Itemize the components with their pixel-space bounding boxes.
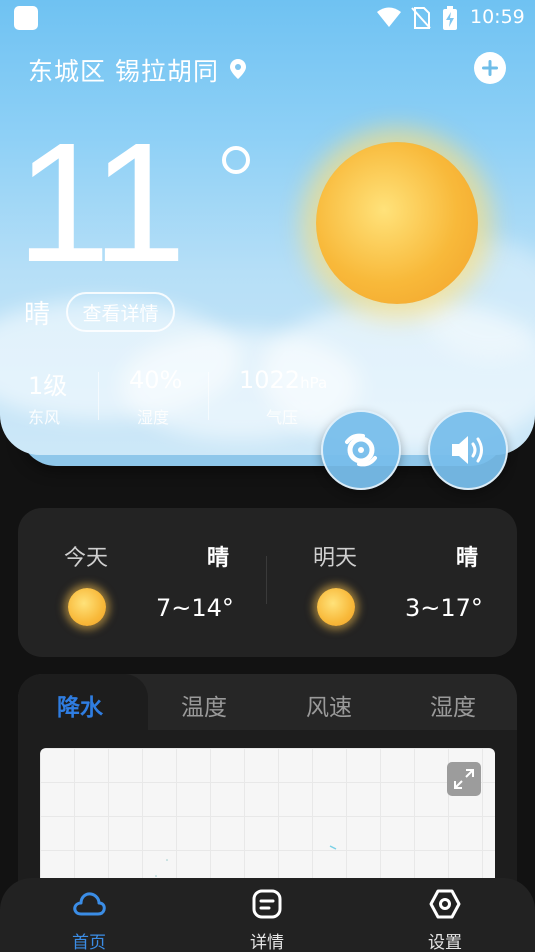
tomorrow-label: 明天 bbox=[313, 546, 358, 571]
location-label[interactable]: 东城区 锡拉胡同 bbox=[28, 52, 219, 88]
battery-charging-icon bbox=[443, 6, 457, 30]
tab-precipitation[interactable]: 降水 bbox=[57, 688, 103, 722]
forecast-divider bbox=[266, 556, 267, 604]
wind-level: 1级 bbox=[28, 372, 68, 400]
pressure-label: 气压 bbox=[266, 408, 299, 427]
today-label: 今天 bbox=[64, 546, 109, 571]
current-temperature: 11 bbox=[16, 108, 187, 298]
tab-temperature[interactable]: 温度 bbox=[181, 688, 227, 722]
typhoon-button[interactable] bbox=[321, 410, 401, 490]
voice-broadcast-button[interactable] bbox=[428, 410, 508, 490]
nav-home-label: 首页 bbox=[72, 933, 106, 952]
nav-details[interactable]: 详情 bbox=[227, 886, 307, 952]
nav-settings-label: 设置 bbox=[428, 933, 462, 952]
today-sun-icon bbox=[68, 588, 106, 626]
details-icon bbox=[252, 889, 282, 919]
wifi-icon bbox=[377, 7, 401, 27]
wind-metric: 1级 东风 bbox=[28, 366, 67, 428]
pressure-value: 1022 bbox=[239, 366, 301, 394]
tomorrow-temp-range: 3~17° bbox=[405, 594, 483, 622]
tab-wind-speed[interactable]: 风速 bbox=[306, 688, 352, 722]
wind-direction: 东风 bbox=[28, 408, 61, 427]
location-pin-icon[interactable] bbox=[229, 58, 247, 80]
plus-icon bbox=[482, 60, 498, 76]
degree-symbol bbox=[222, 146, 250, 174]
tomorrow-sun-icon bbox=[317, 588, 355, 626]
view-details-button[interactable]: 查看详情 bbox=[66, 292, 175, 332]
cloud-icon bbox=[73, 892, 106, 916]
humidity-metric: 40% 湿度 bbox=[129, 366, 182, 428]
nav-settings[interactable]: 设置 bbox=[405, 886, 485, 952]
weather-hero-card: 10:59 东城区 锡拉胡同 11 晴 查看详情 1级 东风 40% 湿度 10… bbox=[0, 0, 535, 455]
today-temp-range: 7~14° bbox=[156, 594, 234, 622]
tomorrow-condition: 晴 bbox=[456, 546, 479, 571]
no-sim-icon bbox=[411, 7, 431, 29]
expand-chart-button[interactable] bbox=[447, 762, 481, 796]
metric-divider bbox=[208, 372, 209, 420]
speaker-icon bbox=[452, 436, 483, 464]
pressure-unit: hPa bbox=[300, 374, 328, 392]
sunny-weather-icon bbox=[316, 142, 478, 304]
typhoon-icon bbox=[345, 433, 377, 467]
today-condition: 晴 bbox=[207, 546, 230, 571]
expand-icon bbox=[454, 769, 474, 789]
nav-home[interactable]: 首页 bbox=[49, 886, 129, 952]
metric-divider bbox=[98, 372, 99, 420]
app-notification-icon bbox=[14, 6, 38, 30]
pressure-metric: 1022hPa 气压 bbox=[239, 366, 327, 428]
status-time: 10:59 bbox=[470, 6, 525, 28]
daily-forecast-card: 今天 晴 7~14° 明天 晴 3~17° bbox=[18, 508, 517, 657]
tab-humidity[interactable]: 湿度 bbox=[430, 688, 476, 722]
bottom-navigation: 首页 详情 设置 bbox=[0, 878, 535, 952]
humidity-value: 40% bbox=[129, 366, 183, 394]
humidity-label: 湿度 bbox=[137, 408, 170, 427]
status-bar: 10:59 bbox=[0, 0, 535, 36]
nav-details-label: 详情 bbox=[250, 933, 284, 952]
current-condition: 晴 bbox=[24, 300, 51, 330]
add-location-button[interactable] bbox=[474, 52, 506, 84]
settings-icon bbox=[429, 889, 461, 919]
pressure-value-row: 1022hPa bbox=[239, 366, 327, 400]
view-details-label: 查看详情 bbox=[82, 302, 159, 325]
